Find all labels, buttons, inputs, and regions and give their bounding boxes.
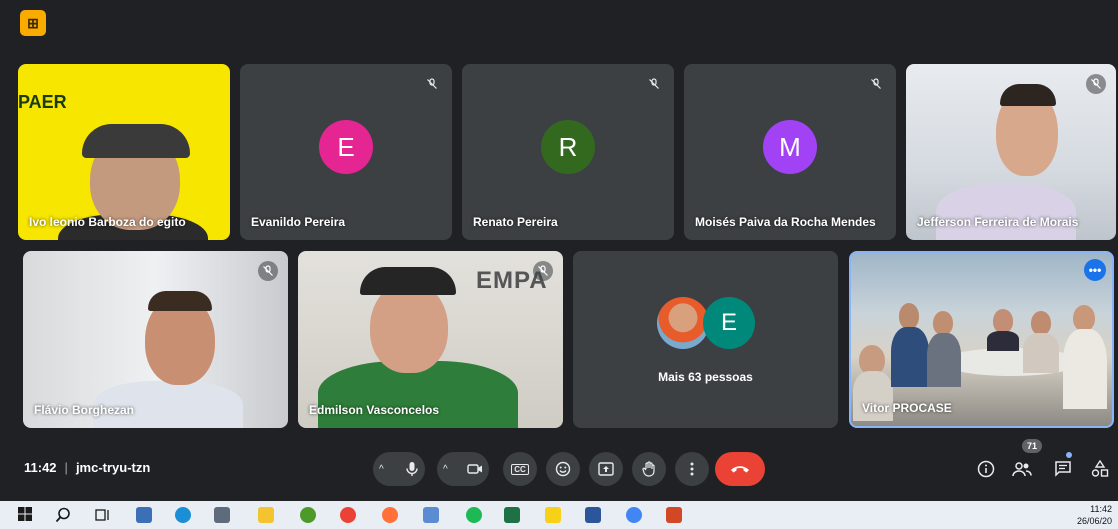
- spotify-icon[interactable]: [466, 507, 482, 523]
- end-call-button[interactable]: [715, 452, 765, 486]
- meeting-code: jmc-tryu-tzn: [75, 460, 151, 475]
- firefox-icon[interactable]: [382, 507, 398, 523]
- participant-name: Renato Pereira: [473, 215, 558, 229]
- mic-off-icon: [1086, 74, 1106, 94]
- more-people-tile[interactable]: E Mais 63 pessoas: [573, 251, 838, 428]
- camera-button[interactable]: ^: [437, 452, 489, 486]
- people-icon: [1012, 462, 1032, 477]
- people-count-badge: 71: [1022, 439, 1043, 453]
- end-call-icon: [731, 466, 749, 473]
- participant-name: Flávio Borghezan: [34, 403, 135, 417]
- clock-date: 26/06/20: [1076, 516, 1112, 526]
- raise-hand-icon: [642, 461, 655, 477]
- file-explorer-icon[interactable]: [258, 507, 274, 523]
- participant-tile[interactable]: Flávio Borghezan: [23, 251, 288, 428]
- participant-tile[interactable]: M Moisés Paiva da Rocha Mendes: [684, 64, 896, 240]
- more-options-button[interactable]: [675, 452, 709, 486]
- participant-tile[interactable]: PAER Ivo leonio Barboza do egito: [18, 64, 230, 240]
- participant-avatar: E: [319, 120, 373, 174]
- microphone-icon: [406, 462, 418, 476]
- powerpoint-icon[interactable]: [666, 507, 682, 523]
- participant-video: [936, 184, 1076, 240]
- mini-avatar-photo: [657, 297, 709, 349]
- emoji-button[interactable]: [546, 452, 580, 486]
- paer-logo: PAER: [18, 92, 67, 112]
- more-people-label: Mais 63 pessoas: [658, 370, 753, 384]
- people-button[interactable]: [1011, 458, 1033, 480]
- more-vert-icon: [690, 462, 694, 476]
- mic-off-icon: [866, 74, 886, 94]
- mic-off-icon: [533, 261, 553, 281]
- chat-button[interactable]: [1052, 458, 1074, 480]
- participant-avatar: M: [763, 120, 817, 174]
- chevron-up-icon[interactable]: ^: [379, 464, 384, 475]
- participant-tile[interactable]: E Evanildo Pereira: [240, 64, 452, 240]
- system-clock[interactable]: 11:42 26/06/20: [1077, 503, 1112, 527]
- qgis-icon[interactable]: [175, 507, 191, 523]
- participant-avatar: R: [541, 120, 595, 174]
- raise-hand-button[interactable]: [632, 452, 666, 486]
- meeting-info: 11:42 | jmc-tryu-tzn: [24, 460, 150, 475]
- present-icon: [598, 462, 614, 476]
- calculator-icon[interactable]: [423, 507, 439, 523]
- windows-start-icon[interactable]: [18, 507, 34, 523]
- mic-button[interactable]: ^: [373, 452, 425, 486]
- search-icon[interactable]: [55, 507, 71, 523]
- chat-icon: [1055, 461, 1071, 477]
- participant-tile-active[interactable]: ••• Vitor PROCASE: [849, 251, 1114, 428]
- participant-tile[interactable]: Jefferson Ferreira de Morais: [906, 64, 1116, 240]
- mini-avatar: E: [703, 297, 755, 349]
- activities-icon: [1091, 460, 1109, 477]
- qgis-green-icon[interactable]: [300, 507, 316, 523]
- meeting-time: 11:42: [24, 460, 57, 475]
- word-icon[interactable]: [585, 507, 601, 523]
- chrome-icon[interactable]: [340, 507, 356, 523]
- mic-off-icon: [422, 74, 442, 94]
- present-button[interactable]: [589, 452, 623, 486]
- participant-name: Moisés Paiva da Rocha Mendes: [695, 215, 876, 229]
- network-app-icon[interactable]: [136, 507, 152, 523]
- clock-time: 11:42: [1090, 504, 1112, 514]
- participant-video: [941, 348, 1081, 376]
- excel-icon[interactable]: [504, 507, 520, 523]
- task-view-icon[interactable]: [95, 507, 111, 523]
- mic-off-icon: [644, 74, 664, 94]
- emoji-icon: [555, 461, 571, 477]
- meeting-details-button[interactable]: [975, 458, 997, 480]
- activities-button[interactable]: [1089, 458, 1111, 480]
- info-icon: [977, 460, 995, 478]
- chevron-up-icon[interactable]: ^: [443, 464, 448, 475]
- wifi-app-icon[interactable]: [214, 507, 230, 523]
- captions-button[interactable]: CC: [503, 452, 537, 486]
- participant-tile[interactable]: EMPA Edmilson Vasconcelos: [298, 251, 563, 428]
- chrome-profile-icon[interactable]: [626, 507, 642, 523]
- more-options-icon[interactable]: •••: [1084, 259, 1106, 281]
- captions-icon: CC: [511, 463, 529, 475]
- os-taskbar: 11:42 26/06/20: [0, 501, 1118, 529]
- mic-off-icon: [258, 261, 278, 281]
- camera-icon: [467, 464, 482, 474]
- participant-tile[interactable]: R Renato Pereira: [462, 64, 674, 240]
- participant-name: Jefferson Ferreira de Morais: [917, 215, 1079, 229]
- separator: |: [64, 460, 68, 475]
- control-bar: 11:42 | jmc-tryu-tzn ^ ^ CC 71: [0, 439, 1118, 492]
- participant-name: Vitor PROCASE: [862, 401, 952, 415]
- participant-name: Evanildo Pereira: [251, 215, 346, 229]
- meeting-badge-icon[interactable]: ⊞: [20, 10, 46, 36]
- participant-name: Ivo leonio Barboza do egito: [29, 215, 186, 229]
- participant-name: Edmilson Vasconcelos: [309, 403, 440, 417]
- sticky-notes-icon[interactable]: [545, 507, 561, 523]
